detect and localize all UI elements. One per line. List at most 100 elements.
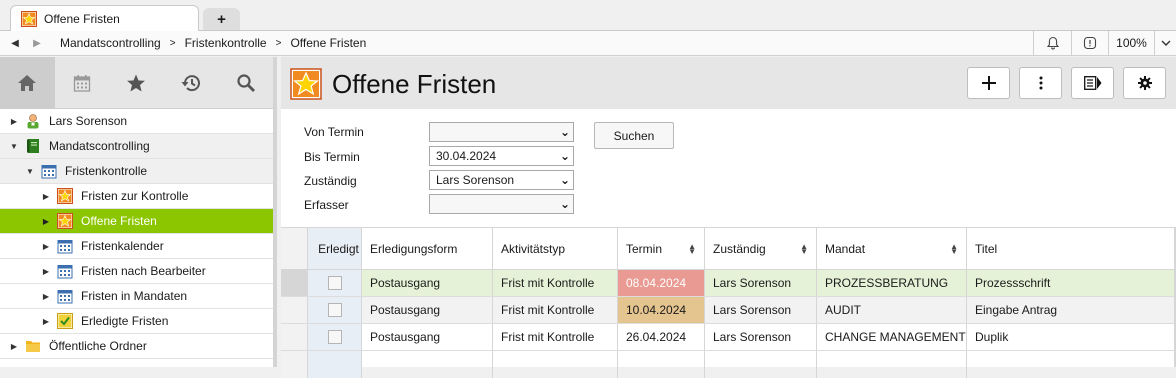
breadcrumb-item[interactable]: Offene Fristen bbox=[290, 36, 366, 50]
sidebar: ▶ Lars Sorenson ▼ Mandatscontrolling ▼ F… bbox=[0, 57, 277, 367]
calendar-icon bbox=[57, 240, 73, 254]
cell-termin: 26.04.2024 bbox=[618, 324, 705, 350]
new-tab-button[interactable]: + bbox=[203, 8, 240, 30]
add-button[interactable] bbox=[967, 67, 1010, 99]
filter-form: Von Termin ⌄ Bis Termin 30.04.2024 ⌄ Zus… bbox=[281, 109, 1176, 227]
collapse-arrow-icon[interactable]: ▼ bbox=[9, 142, 19, 151]
expand-arrow-icon[interactable]: ▶ bbox=[9, 117, 19, 126]
von-termin-select[interactable]: ⌄ bbox=[429, 122, 574, 142]
tree-item-label: Fristen zur Kontrolle bbox=[81, 189, 189, 203]
tree-item-fristenkontrolle[interactable]: ▼ Fristenkontrolle bbox=[0, 159, 273, 184]
tree-item-label: Lars Sorenson bbox=[49, 114, 128, 128]
expand-arrow-icon[interactable]: ▶ bbox=[41, 267, 51, 276]
row-selector[interactable] bbox=[281, 324, 308, 350]
erfasser-select[interactable]: ⌄ bbox=[429, 194, 574, 214]
empty-cell bbox=[618, 351, 705, 378]
column-header-mandat[interactable]: Mandat ▲ ▼ bbox=[817, 228, 967, 269]
breadcrumb-item[interactable]: Mandatscontrolling bbox=[60, 36, 161, 50]
sort-icon[interactable]: ▲ ▼ bbox=[688, 242, 696, 255]
row-selector[interactable] bbox=[281, 270, 308, 296]
search-button[interactable]: Suchen bbox=[594, 122, 674, 149]
zustaendig-select[interactable]: Lars Sorenson ⌄ bbox=[429, 170, 574, 190]
back-arrow-icon[interactable]: ◀ bbox=[8, 38, 22, 49]
search-button[interactable] bbox=[218, 57, 273, 109]
column-header-erledigungsform[interactable]: Erledigungsform bbox=[362, 228, 493, 269]
history-button[interactable] bbox=[164, 57, 219, 109]
von-termin-label: Von Termin bbox=[304, 125, 364, 139]
search-icon bbox=[237, 74, 255, 92]
sidebar-tree: ▶ Lars Sorenson ▼ Mandatscontrolling ▼ F… bbox=[0, 109, 273, 359]
column-header-zustaendig[interactable]: Zuständig ▲ ▼ bbox=[705, 228, 817, 269]
home-button[interactable] bbox=[0, 57, 55, 109]
more-vertical-icon bbox=[1039, 76, 1042, 90]
column-header-label: Termin bbox=[626, 241, 663, 256]
settings-button[interactable] bbox=[1123, 67, 1166, 99]
user-icon bbox=[27, 114, 39, 129]
star-icon bbox=[290, 68, 322, 100]
tree-item-fristenkalender[interactable]: ▶ Fristenkalender bbox=[0, 234, 273, 259]
table-row-empty bbox=[281, 351, 1176, 378]
tree-item-offene-fristen[interactable]: ▶ Offene Fristen bbox=[0, 209, 273, 234]
cell-erledigungsform: Postausgang bbox=[362, 270, 493, 296]
tree-item-mandatscontrolling[interactable]: ▼ Mandatscontrolling bbox=[0, 134, 273, 159]
star-icon bbox=[127, 74, 146, 92]
chevron-down-icon[interactable] bbox=[1154, 31, 1176, 55]
info-button[interactable] bbox=[1071, 31, 1108, 55]
column-header-label: Zuständig bbox=[713, 241, 766, 256]
tree-item-label: Fristen in Mandaten bbox=[81, 289, 188, 303]
row-selector bbox=[281, 351, 308, 378]
empty-cell bbox=[705, 351, 817, 378]
sort-icon[interactable]: ▲ ▼ bbox=[800, 242, 808, 255]
tree-item-label: Fristen nach Bearbeiter bbox=[81, 264, 206, 278]
expand-arrow-icon[interactable]: ▶ bbox=[9, 342, 19, 351]
favorites-button[interactable] bbox=[109, 57, 164, 109]
column-header-aktivitaetstyp[interactable]: Aktivitätstyp bbox=[493, 228, 618, 269]
column-header-termin[interactable]: Termin ▲ ▼ bbox=[618, 228, 705, 269]
forward-arrow-icon[interactable]: ▶ bbox=[30, 38, 44, 49]
select-value: Lars Sorenson bbox=[436, 173, 515, 187]
tree-item-fristen-in-mandaten[interactable]: ▶ Fristen in Mandaten bbox=[0, 284, 273, 309]
select-value: 30.04.2024 bbox=[436, 149, 497, 163]
collapse-arrow-icon[interactable]: ▼ bbox=[25, 167, 35, 176]
bis-termin-select[interactable]: 30.04.2024 ⌄ bbox=[429, 146, 574, 166]
expand-arrow-icon[interactable]: ▶ bbox=[41, 192, 51, 201]
zustaendig-label: Zuständig bbox=[304, 174, 357, 188]
tree-item-fristen-zur-kontrolle[interactable]: ▶ Fristen zur Kontrolle bbox=[0, 184, 273, 209]
tree-item-erledigte-fristen[interactable]: ▶ Erledigte Fristen bbox=[0, 309, 273, 334]
cell-zustaendig: Lars Sorenson bbox=[705, 324, 817, 350]
row-selector[interactable] bbox=[281, 297, 308, 323]
calendar-button[interactable] bbox=[55, 57, 110, 109]
cell-titel: Prozessschrift bbox=[975, 276, 1051, 290]
zoom-level[interactable]: 100% bbox=[1108, 31, 1154, 55]
sort-icon[interactable]: ▲ ▼ bbox=[950, 242, 958, 255]
tree-item-fristen-nach-bearbeiter[interactable]: ▶ Fristen nach Bearbeiter bbox=[0, 259, 273, 284]
table-row[interactable]: Postausgang Frist mit Kontrolle 08.04.20… bbox=[281, 270, 1176, 297]
table-row[interactable]: Postausgang Frist mit Kontrolle 26.04.20… bbox=[281, 324, 1176, 351]
erledigt-checkbox[interactable] bbox=[327, 303, 342, 317]
tab-offene-fristen[interactable]: Offene Fristen bbox=[10, 5, 199, 32]
column-header-erledigt[interactable]: Erledigt bbox=[308, 228, 362, 269]
expand-arrow-icon[interactable]: ▶ bbox=[41, 217, 51, 226]
breadcrumb-item[interactable]: Fristenkontrolle bbox=[185, 36, 267, 50]
star-icon bbox=[57, 188, 73, 204]
notification-button[interactable] bbox=[1033, 31, 1071, 55]
chevron-right-icon: > bbox=[169, 37, 176, 49]
erledigt-checkbox[interactable] bbox=[327, 276, 342, 290]
expand-arrow-icon[interactable]: ▶ bbox=[41, 292, 51, 301]
expand-arrow-icon[interactable]: ▶ bbox=[41, 242, 51, 251]
main-panel: Offene Fristen Von Termin ⌄ Bis Termin 3… bbox=[281, 57, 1176, 378]
tree-item-lars-sorenson[interactable]: ▶ Lars Sorenson bbox=[0, 109, 273, 134]
sidebar-nav bbox=[0, 57, 273, 109]
tree-item-label: Offene Fristen bbox=[81, 214, 157, 228]
erledigt-checkbox[interactable] bbox=[327, 330, 342, 344]
tree-item-oeffentliche-ordner[interactable]: ▶ Öffentliche Ordner bbox=[0, 334, 273, 359]
panel-toggle-button[interactable] bbox=[1071, 67, 1114, 99]
expand-arrow-icon[interactable]: ▶ bbox=[41, 317, 51, 326]
calendar-icon bbox=[57, 265, 73, 279]
column-header-titel[interactable]: Titel bbox=[967, 228, 1176, 269]
column-header-label: Mandat bbox=[825, 241, 866, 256]
more-button[interactable] bbox=[1019, 67, 1062, 99]
chevron-right-icon: > bbox=[275, 37, 282, 49]
table-row[interactable]: Postausgang Frist mit Kontrolle 10.04.20… bbox=[281, 297, 1176, 324]
cell-titel: Duplik bbox=[975, 330, 1009, 344]
